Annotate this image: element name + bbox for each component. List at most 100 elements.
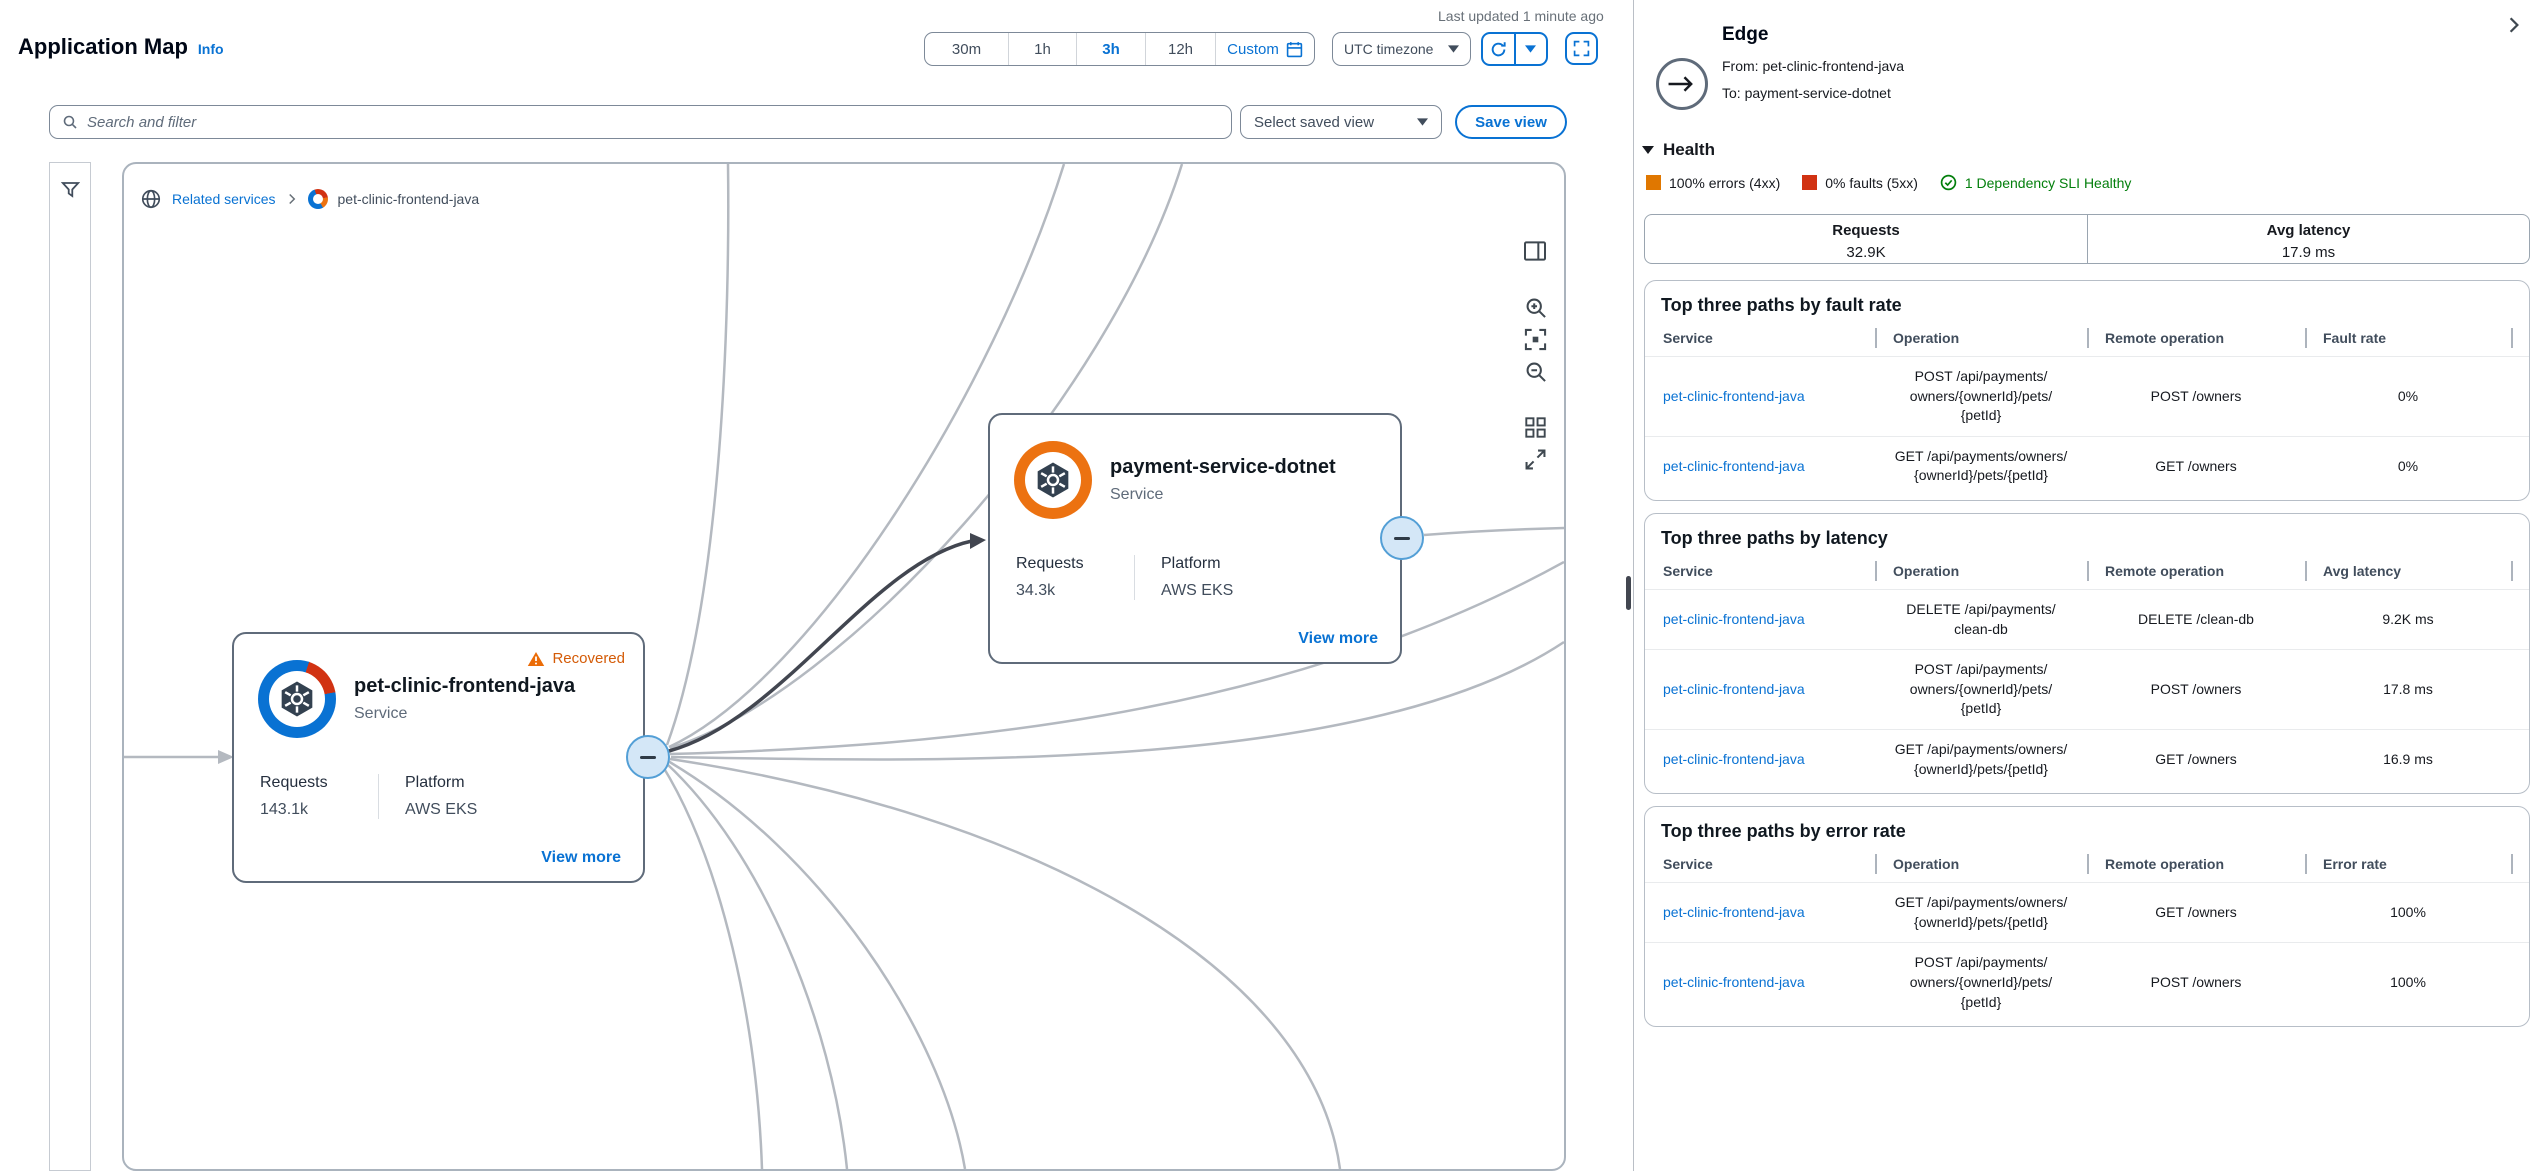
operation-cell: POST /api/payments/ owners/{ownerId}/pet… — [1875, 660, 2087, 719]
errors-legend-item: 100% errors (4xx) — [1646, 175, 1780, 191]
zoom-fit-icon — [1524, 328, 1547, 351]
table-row: pet-clinic-frontend-java POST /api/payme… — [1645, 942, 2529, 1022]
card-title: Top three paths by latency — [1645, 528, 2529, 549]
column-header-remote-operation: Remote operation — [2087, 328, 2305, 356]
filter-funnel-icon — [61, 180, 80, 199]
error-rate-cell: 100% — [2305, 973, 2511, 993]
fault-rate-cell: 0% — [2305, 387, 2511, 407]
health-label: Health — [1663, 140, 1715, 160]
collapse-edges-button-payment[interactable] — [1380, 516, 1424, 560]
application-map-page: Last updated 1 minute ago Application Ma… — [0, 0, 2541, 1171]
service-link[interactable]: pet-clinic-frontend-java — [1645, 457, 1875, 477]
requests-metric: Requests 34.3k — [1016, 555, 1134, 600]
faults-swatch — [1802, 175, 1817, 190]
column-header-operation: Operation — [1875, 854, 2087, 882]
breadcrumb-current-service: pet-clinic-frontend-java — [338, 191, 480, 207]
kubernetes-icon — [1033, 460, 1073, 500]
search-input[interactable] — [87, 114, 1219, 131]
requests-value: 34.3k — [1016, 582, 1134, 600]
last-updated-text: Last updated 1 minute ago — [1438, 8, 1604, 24]
node-pet-clinic-frontend-java[interactable]: Recovered pet-clinic-frontend-java Servi… — [232, 632, 645, 883]
service-link[interactable]: pet-clinic-frontend-java — [1645, 680, 1875, 700]
node-metrics: Requests 34.3k Platform AWS EKS — [1016, 555, 1233, 600]
view-more-link[interactable]: View more — [541, 849, 621, 867]
column-header-error-rate: Error rate — [2305, 854, 2511, 882]
zoom-in-icon — [1524, 296, 1547, 319]
top-paths-cards: Top three paths by fault rate Service Op… — [1644, 280, 2530, 1039]
column-header-operation: Operation — [1875, 328, 2087, 356]
header-end-divider — [2511, 561, 2529, 589]
service-mini-icon — [308, 189, 328, 209]
map-legend-icon — [1523, 239, 1547, 263]
service-link[interactable]: pet-clinic-frontend-java — [1645, 387, 1875, 407]
service-link[interactable]: pet-clinic-frontend-java — [1645, 750, 1875, 770]
fit-to-screen-button[interactable] — [1522, 446, 1548, 472]
health-section-toggle[interactable]: Health — [1642, 140, 1715, 160]
summary-latency-label: Avg latency — [2088, 222, 2529, 239]
caret-down-icon — [1642, 146, 1654, 154]
panel-collapse-button[interactable] — [2501, 12, 2527, 38]
saved-view-select[interactable]: Select saved view — [1240, 105, 1442, 139]
table-row: pet-clinic-frontend-java GET /api/paymen… — [1645, 729, 2529, 789]
map-canvas[interactable]: Related services pet-clinic-frontend-jav… — [122, 162, 1566, 1171]
map-legend-button[interactable] — [1522, 238, 1548, 264]
platform-metric: Platform AWS EKS — [1134, 555, 1233, 600]
health-legend: 100% errors (4xx) 0% faults (5xx) 1 Depe… — [1646, 174, 2131, 191]
refresh-options-button[interactable] — [1514, 34, 1547, 64]
node-title: payment-service-dotnet — [1110, 456, 1336, 479]
panel-resize-handle[interactable] — [1626, 576, 1631, 610]
timezone-select[interactable]: UTC timezone — [1332, 32, 1471, 66]
refresh-split-button — [1481, 32, 1548, 66]
service-link[interactable]: pet-clinic-frontend-java — [1645, 903, 1875, 923]
zoom-out-button[interactable] — [1522, 358, 1548, 384]
expand-icon — [1573, 40, 1590, 57]
table-row: pet-clinic-frontend-java GET /api/paymen… — [1645, 882, 2529, 942]
zoom-out-icon — [1524, 360, 1547, 383]
saved-view-label: Select saved view — [1254, 114, 1374, 131]
info-link[interactable]: Info — [198, 41, 224, 57]
summary-requests-value: 32.9K — [1645, 244, 2087, 261]
service-link[interactable]: pet-clinic-frontend-java — [1645, 973, 1875, 993]
timezone-label: UTC timezone — [1344, 41, 1433, 57]
requests-value: 143.1k — [260, 801, 378, 819]
zoom-in-button[interactable] — [1522, 294, 1548, 320]
time-range-30m[interactable]: 30m — [925, 33, 1008, 65]
edge-details-panel: Edge From: pet-clinic-frontend-java To: … — [1633, 0, 2541, 1171]
filter-funnel-button[interactable] — [57, 176, 83, 202]
card-title: Top three paths by fault rate — [1645, 295, 2529, 316]
zoom-fit-button[interactable] — [1522, 326, 1548, 352]
avg-latency-cell: 9.2K ms — [2305, 610, 2511, 630]
filter-rail — [49, 162, 91, 1171]
page-title: Application Map — [18, 34, 188, 60]
search-filter-box — [49, 105, 1232, 139]
node-title-block: payment-service-dotnet Service — [1110, 456, 1336, 504]
remote-operation-cell: GET /owners — [2087, 903, 2305, 923]
edge-to: To: payment-service-dotnet — [1722, 85, 1904, 101]
expand-arrows-icon — [1524, 448, 1547, 471]
service-link[interactable]: pet-clinic-frontend-java — [1645, 610, 1875, 630]
breadcrumb-related-services[interactable]: Related services — [172, 191, 276, 207]
requests-metric: Requests 143.1k — [260, 774, 378, 819]
fullscreen-button[interactable] — [1565, 32, 1598, 65]
node-payment-service-dotnet[interactable]: payment-service-dotnet Service Requests … — [988, 413, 1402, 664]
time-range-3h[interactable]: 3h — [1076, 33, 1145, 65]
node-header: pet-clinic-frontend-java Service — [258, 660, 575, 738]
collapse-edges-button-pet-clinic[interactable] — [626, 735, 670, 779]
edge-summary-table: Requests 32.9K Avg latency 17.9 ms — [1644, 214, 2530, 264]
time-range-1h[interactable]: 1h — [1008, 33, 1076, 65]
group-view-button[interactable] — [1522, 414, 1548, 440]
refresh-button[interactable] — [1483, 34, 1514, 64]
time-range-custom[interactable]: Custom — [1215, 33, 1314, 65]
operation-cell: GET /api/payments/owners/ {ownerId}/pets… — [1875, 740, 2087, 779]
column-header-operation: Operation — [1875, 561, 2087, 589]
time-range-12h[interactable]: 12h — [1145, 33, 1215, 65]
node-title-block: pet-clinic-frontend-java Service — [354, 675, 575, 723]
chevron-down-icon — [1417, 118, 1428, 126]
breadcrumb: Related services pet-clinic-frontend-jav… — [140, 188, 479, 210]
remote-operation-cell: DELETE /clean-db — [2087, 610, 2305, 630]
save-view-button[interactable]: Save view — [1455, 105, 1567, 139]
view-more-link[interactable]: View more — [1298, 630, 1378, 648]
map-toolbar — [1522, 238, 1548, 472]
error-rate-cell: 100% — [2305, 903, 2511, 923]
remote-operation-cell: GET /owners — [2087, 457, 2305, 477]
